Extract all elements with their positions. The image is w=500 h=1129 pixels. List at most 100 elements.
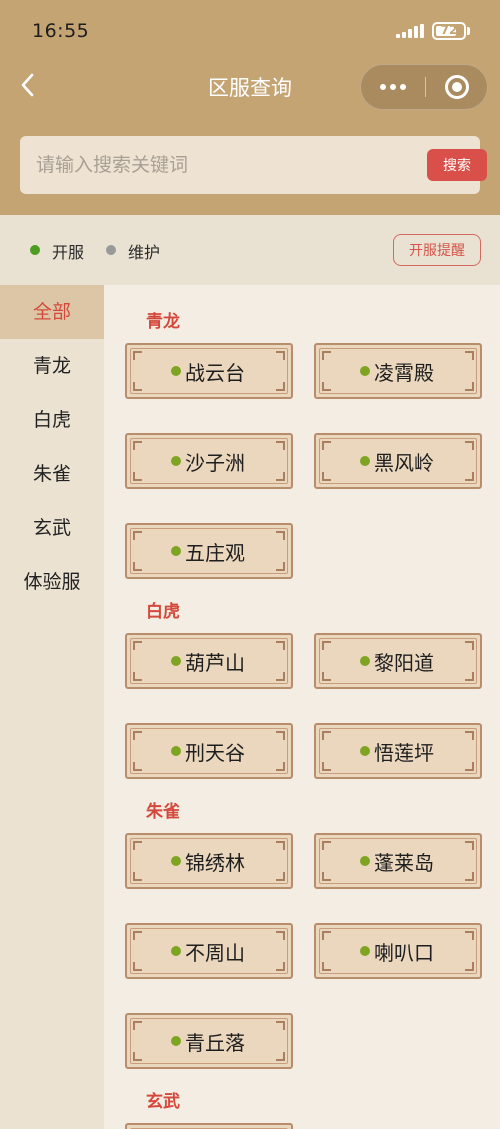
card-corner-ornament [465, 841, 474, 850]
card-corner-ornament [465, 872, 474, 881]
open-server-reminder-button[interactable]: 开服提醒 [393, 234, 481, 266]
card-corner-ornament [276, 562, 285, 571]
card-corner-ornament [322, 872, 331, 881]
server-card[interactable]: 不周山 [125, 923, 293, 979]
card-corner-ornament [276, 731, 285, 740]
card-corner-ornament [322, 731, 331, 740]
card-corner-ornament [465, 762, 474, 771]
card-corner-ornament [465, 472, 474, 481]
card-corner-ornament [465, 441, 474, 450]
card-corner-ornament [133, 1052, 142, 1061]
card-corner-ornament [133, 531, 142, 540]
server-status-dot [171, 656, 181, 666]
card-corner-ornament [133, 382, 142, 391]
sidebar-item-5[interactable]: 体验服 [0, 555, 104, 609]
group-title: 玄武 [146, 1092, 180, 1112]
card-corner-ornament [322, 672, 331, 681]
server-card[interactable]: 桃香谷 [125, 1123, 293, 1129]
sidebar-item-0[interactable]: 全部 [0, 285, 104, 339]
legend-open-label: 开服 [52, 243, 85, 262]
status-bar: 16:55 72 [0, 0, 500, 60]
server-status-dot [360, 746, 370, 756]
card-corner-ornament [133, 872, 142, 881]
server-card[interactable]: 黎阳道 [314, 633, 482, 689]
capsule-divider [425, 77, 426, 97]
search-button[interactable]: 搜索 [427, 149, 487, 181]
card-corner-ornament [276, 531, 285, 540]
card-corner-ornament [465, 382, 474, 391]
card-corner-ornament [322, 472, 331, 481]
server-name: 喇叭口 [374, 941, 434, 965]
sidebar-item-4[interactable]: 玄武 [0, 501, 104, 555]
server-card[interactable]: 喇叭口 [314, 923, 482, 979]
search-input[interactable] [36, 150, 396, 180]
card-corner-ornament [133, 472, 142, 481]
card-corner-ornament [465, 641, 474, 650]
sidebar-item-3[interactable]: 朱雀 [0, 447, 104, 501]
server-card[interactable]: 悟莲坪 [314, 723, 482, 779]
server-status-dot [171, 546, 181, 556]
status-time: 16:55 [32, 20, 90, 42]
more-dots-icon [380, 84, 386, 90]
server-name: 凌霄殿 [374, 361, 434, 385]
server-name: 青丘落 [185, 1031, 245, 1055]
close-mini-program-button[interactable] [427, 65, 487, 109]
card-corner-ornament [465, 931, 474, 940]
card-corner-ornament [276, 351, 285, 360]
server-name: 黑风岭 [374, 451, 434, 475]
battery-icon: 72 [432, 22, 466, 40]
server-status-dot [171, 1036, 181, 1046]
server-card[interactable]: 五庄观 [125, 523, 293, 579]
group-title: 青龙 [146, 312, 180, 332]
group-title: 白虎 [146, 602, 180, 622]
sidebar-item-2[interactable]: 白虎 [0, 393, 104, 447]
server-card[interactable]: 战云台 [125, 343, 293, 399]
server-name: 不周山 [185, 941, 245, 965]
status-legend: 开服 维护 开服提醒 [0, 215, 500, 285]
card-corner-ornament [276, 872, 285, 881]
card-corner-ornament [322, 931, 331, 940]
card-corner-ornament [133, 1021, 142, 1030]
group-title: 朱雀 [146, 802, 180, 822]
card-corner-ornament [322, 841, 331, 850]
more-button[interactable] [361, 65, 425, 109]
server-status-dot [360, 656, 370, 666]
sidebar-item-1[interactable]: 青龙 [0, 339, 104, 393]
server-card[interactable]: 凌霄殿 [314, 343, 482, 399]
server-card[interactable]: 蓬莱岛 [314, 833, 482, 889]
server-status-dot [171, 856, 181, 866]
server-name: 葫芦山 [185, 651, 245, 675]
card-corner-ornament [276, 672, 285, 681]
card-corner-ornament [133, 351, 142, 360]
card-corner-ornament [322, 441, 331, 450]
server-status-dot [360, 856, 370, 866]
card-corner-ornament [133, 641, 142, 650]
card-corner-ornament [322, 641, 331, 650]
server-card[interactable]: 黑风岭 [314, 433, 482, 489]
server-status-dot [360, 946, 370, 956]
server-name: 五庄观 [185, 541, 245, 565]
server-card[interactable]: 锦绣林 [125, 833, 293, 889]
legend-maintenance-label: 维护 [128, 243, 161, 262]
card-corner-ornament [276, 382, 285, 391]
server-status-dot [171, 366, 181, 376]
card-corner-ornament [276, 441, 285, 450]
server-card[interactable]: 刑天谷 [125, 723, 293, 779]
open-status-dot [30, 245, 40, 255]
server-card[interactable]: 沙子洲 [125, 433, 293, 489]
card-corner-ornament [322, 382, 331, 391]
search-bar: 搜索 [20, 136, 487, 194]
server-card[interactable]: 葫芦山 [125, 633, 293, 689]
battery-level: 72 [440, 23, 458, 37]
mini-program-capsule [360, 64, 488, 110]
server-name: 战云台 [185, 361, 245, 385]
card-corner-ornament [465, 351, 474, 360]
card-corner-ornament [133, 841, 142, 850]
server-name: 锦绣林 [185, 851, 245, 875]
card-corner-ornament [133, 672, 142, 681]
card-corner-ornament [133, 562, 142, 571]
server-card[interactable]: 青丘落 [125, 1013, 293, 1069]
server-status-dot [360, 456, 370, 466]
server-name: 黎阳道 [374, 651, 434, 675]
server-name: 蓬莱岛 [374, 851, 434, 875]
